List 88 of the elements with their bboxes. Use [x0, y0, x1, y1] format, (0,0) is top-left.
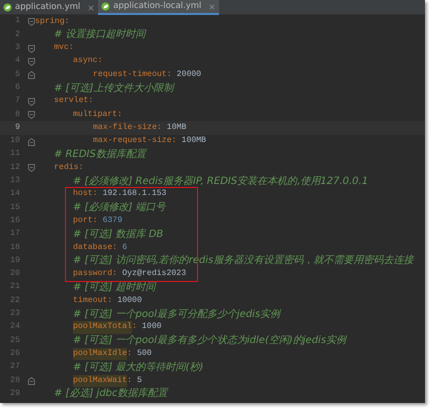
yaml-key: timeout: — [73, 294, 112, 308]
code-comment: # [可选] 一个pool最多有多少个状态为idle(空闲)的jedis实例 — [73, 334, 346, 348]
code-comment: # [可选] 数据库 DB — [73, 228, 164, 241]
line-number: 11 — [9, 148, 20, 160]
line-number: 5 — [14, 68, 20, 81]
colon: : — [127, 374, 132, 387]
yaml-key: request-timeout: — [93, 68, 172, 81]
line-number: 6 — [14, 82, 20, 94]
yaml-value: 1000 — [142, 321, 162, 334]
line-number: 16 — [9, 214, 20, 227]
yaml-key: spring: — [35, 16, 70, 28]
yaml-key: poolMaxWait — [73, 374, 128, 387]
code-comment: # [必选] jdbc数据库配置 — [54, 387, 168, 400]
line-number: 12 — [9, 162, 20, 174]
line-number: 23 — [9, 308, 20, 320]
line-number: 10 — [9, 135, 20, 148]
fold-icon[interactable] — [28, 18, 35, 26]
yaml-key: max-request-size: — [93, 135, 177, 148]
yaml-key: async: — [73, 55, 102, 68]
line-number: 20 — [9, 268, 20, 280]
yaml-value: 10000 — [117, 294, 142, 307]
line-number: 25 — [9, 334, 20, 347]
yaml-value: 10MB — [166, 122, 186, 134]
fold-icon[interactable] — [28, 377, 35, 386]
fold-icon[interactable] — [28, 44, 35, 53]
yaml-key: redis: — [54, 162, 84, 174]
code-comment: # [必须修改] 端口号 — [73, 201, 166, 214]
yaml-key: poolMaxIdle — [73, 348, 128, 360]
close-icon[interactable] — [87, 4, 96, 12]
yaml-key: multipart: — [73, 108, 122, 121]
line-number: 26 — [9, 348, 20, 360]
yaml-value: 20000 — [176, 68, 202, 81]
tab-label: application-local.yml — [113, 0, 202, 13]
code-comment: # [可选] 最大的等待时间(秒) — [73, 360, 204, 374]
yaml-value: Oyz@redis2023 — [122, 268, 186, 280]
line-number: 17 — [9, 228, 20, 240]
close-icon[interactable] — [208, 2, 216, 10]
code-comment: # [可选] 超时时间 — [73, 281, 156, 294]
yaml-value: 6 — [122, 242, 128, 254]
leaf-icon — [3, 3, 12, 12]
fold-icon[interactable] — [28, 71, 35, 80]
editor-tab[interactable]: application-local.yml — [98, 0, 220, 15]
line-number: 9 — [14, 122, 20, 134]
line-number: 13 — [9, 175, 20, 188]
fold-icon[interactable] — [28, 164, 35, 172]
yaml-key: mvc: — [54, 42, 74, 54]
yaml-value: 500 — [136, 348, 152, 360]
yaml-value: 100MB — [182, 135, 206, 148]
fold-icon[interactable] — [28, 138, 35, 146]
line-number: 3 — [14, 42, 20, 54]
line-number: 7 — [14, 95, 20, 108]
editor-tab[interactable]: application.yml — [0, 0, 98, 15]
code-comment: # [可选]上传文件大小限制 — [54, 82, 174, 95]
colon: : — [132, 321, 137, 334]
line-number: 19 — [9, 254, 20, 267]
colon: : — [127, 348, 132, 360]
code-comment: # REDIS数据库配置 — [54, 148, 146, 162]
line-number: 22 — [9, 294, 20, 307]
code-comment: # [可选] 一个pool最多可分配多少个jedis实例 — [73, 308, 280, 321]
line-number: 18 — [9, 242, 20, 254]
line-number: 8 — [14, 108, 20, 121]
fold-icon[interactable] — [28, 98, 35, 106]
yaml-key: max-file-size: — [93, 122, 162, 134]
line-number: 28 — [9, 374, 20, 386]
line-number: 1 — [14, 15, 20, 28]
line-number: 15 — [9, 202, 20, 214]
yaml-value: 6379 — [102, 214, 122, 227]
line-number: 4 — [14, 55, 20, 68]
yaml-key: port: — [73, 214, 98, 228]
yaml-value: 5 — [136, 374, 142, 387]
code-comment: # 设置接口超时时间 — [54, 28, 146, 42]
yaml-key: database: — [73, 242, 118, 254]
yaml-value: 192.168.1.153 — [102, 188, 166, 200]
yaml-key: password: — [73, 268, 118, 280]
code-comment: # [必须修改] Redis服务器IP, REDIS安装在本机的,使用127.0.0.1 — [73, 174, 368, 188]
line-number: 27 — [9, 361, 20, 374]
line-number: 14 — [9, 188, 20, 200]
line-number: 21 — [9, 281, 20, 294]
tab-label: application.yml — [15, 1, 80, 14]
line-number: 2 — [14, 28, 20, 41]
leaf-icon — [101, 2, 110, 11]
fold-icon[interactable] — [28, 111, 35, 120]
yaml-key: servlet: — [54, 95, 94, 108]
line-number: 29 — [9, 388, 20, 400]
yaml-key: host: — [73, 188, 98, 201]
fold-icon[interactable] — [28, 58, 35, 66]
yaml-key: poolMaxTotal — [73, 321, 132, 334]
line-number: 24 — [9, 321, 20, 334]
